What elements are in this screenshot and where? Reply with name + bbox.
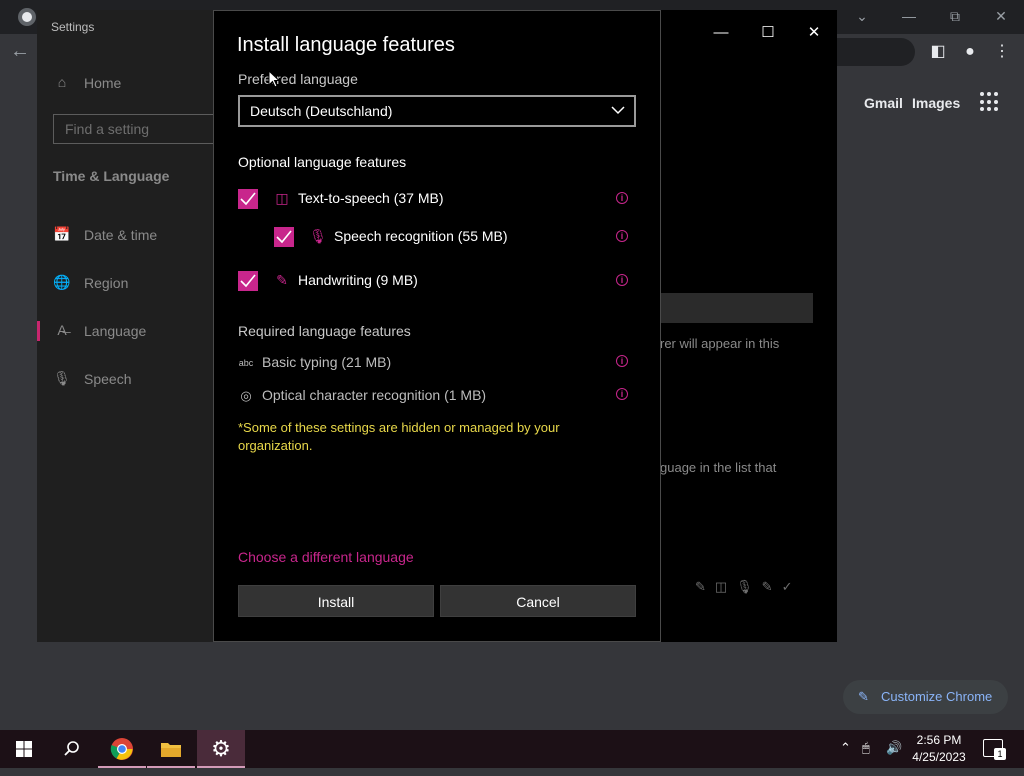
volume-icon[interactable]: 🔊 (886, 740, 902, 756)
find-setting-input[interactable]: Find a setting (53, 114, 223, 144)
taskbar-file-explorer[interactable] (147, 730, 195, 768)
cancel-button[interactable]: Cancel (440, 585, 636, 617)
info-icon[interactable]: i (616, 230, 628, 242)
network-icon[interactable]: 🖱 (862, 740, 870, 756)
clock-time: 2:56 PM (916, 733, 962, 747)
microphone-icon: 🎙 (309, 228, 327, 244)
taskbar-settings[interactable]: ⚙ (197, 730, 245, 768)
dialog-title: Install language features (237, 34, 455, 56)
choose-different-language-link[interactable]: Choose a different language (238, 549, 414, 565)
close-icon[interactable]: ✕ (800, 20, 828, 46)
close-icon[interactable]: ✕ (987, 4, 1015, 28)
info-icon[interactable]: i (616, 192, 628, 204)
home-icon: ⌂ (57, 74, 67, 90)
images-link[interactable]: Images (912, 95, 960, 111)
handwriting-checkbox[interactable] (238, 271, 258, 291)
handwriting-label: Handwriting (9 MB) (298, 272, 418, 288)
minimize-icon[interactable]: — (707, 20, 735, 46)
text-to-speech-label: Text-to-speech (37 MB) (298, 190, 444, 206)
info-icon[interactable]: i (616, 355, 628, 367)
install-button[interactable]: Install (238, 585, 434, 617)
chrome-logo-icon (18, 8, 36, 26)
side-panel-icon[interactable]: ◧ (928, 42, 948, 62)
clock[interactable]: 2:56 PM 4/25/2023 (905, 732, 973, 766)
text-to-speech-checkbox[interactable] (238, 189, 258, 209)
back-arrow-icon[interactable]: ← (10, 40, 30, 63)
basic-typing-label: Basic typing (21 MB) (262, 354, 392, 370)
nav-region-label: Region (84, 275, 129, 291)
windows-logo-icon (16, 741, 32, 757)
chevron-down-icon (611, 106, 625, 115)
chrome-icon (110, 738, 133, 760)
nav-language[interactable]: A̶ Language (37, 313, 213, 349)
install-language-features-dialog: Install language features Preferred lang… (213, 10, 661, 642)
handwriting-icon: ✎ (276, 272, 288, 288)
nav-home[interactable]: ⌂ Home (37, 65, 213, 101)
nav-speech-label: Speech (84, 371, 132, 387)
maximize-icon[interactable]: ☐ (754, 20, 782, 46)
taskbar-chrome[interactable] (98, 730, 146, 768)
notification-count: 1 (994, 748, 1006, 760)
ocr-icon: ◎ (240, 388, 252, 403)
customize-chrome-label: Customize Chrome (881, 689, 993, 704)
settings-title: Settings (51, 20, 95, 34)
checkmark-icon (240, 192, 256, 206)
gear-icon: ⚙ (211, 736, 231, 761)
required-features-heading: Required language features (238, 323, 411, 339)
gmail-link[interactable]: Gmail (864, 95, 903, 111)
nav-speech[interactable]: 🎙 Speech (37, 361, 213, 397)
background-text: rer will appear in this (660, 336, 780, 351)
preferred-language-value: Deutsch (Deutschland) (250, 103, 393, 119)
basic-typing-icon: abc (238, 358, 254, 368)
folder-icon (161, 743, 181, 757)
nav-date-time-label: Date & time (84, 227, 158, 243)
background-text: guage in the list that (660, 460, 777, 475)
preferred-language-select[interactable]: Deutsch (Deutschland) (238, 95, 636, 127)
background-dropdown[interactable] (660, 293, 813, 323)
minimize-icon[interactable]: — (895, 4, 923, 28)
apps-grid-icon[interactable] (980, 92, 1000, 112)
globe-icon: 🌐 (53, 274, 71, 290)
profile-icon[interactable]: ● (960, 42, 980, 62)
preferred-language-label: Preferred language (238, 71, 358, 87)
ocr-label: Optical character recognition (1 MB) (262, 387, 487, 403)
clock-date: 4/25/2023 (912, 750, 966, 764)
text-to-speech-icon: ◫ (275, 190, 289, 206)
start-button[interactable] (0, 730, 48, 768)
checkmark-icon (276, 230, 292, 244)
customize-chrome-button[interactable]: ✎ Customize Chrome (843, 680, 1008, 714)
chevron-up-icon[interactable]: ⌃ (840, 740, 851, 756)
search-icon (64, 741, 79, 756)
nav-home-label: Home (84, 75, 122, 91)
microphone-icon: 🎙 (53, 370, 71, 386)
info-icon[interactable]: i (616, 388, 628, 400)
search-button[interactable] (48, 730, 96, 768)
managed-settings-note: *Some of these settings are hidden or ma… (238, 420, 560, 453)
menu-dots-icon[interactable]: ⋮ (992, 42, 1012, 62)
pencil-icon: ✎ (858, 689, 869, 704)
speech-recognition-label: Speech recognition (55 MB) (334, 228, 508, 244)
language-feature-icons: ✎◫🎙✎✓ (695, 579, 802, 594)
checkmark-icon (240, 274, 256, 288)
nav-language-label: Language (84, 323, 147, 339)
language-icon: A̶ (57, 322, 67, 338)
info-icon[interactable]: i (616, 274, 628, 286)
optional-features-heading: Optional language features (238, 154, 407, 170)
chevron-down-icon[interactable]: ⌄ (848, 4, 876, 28)
settings-sidebar: Settings ⌂ Home Find a setting Time & La… (37, 10, 223, 642)
mouse-cursor-icon (268, 70, 280, 88)
restore-icon[interactable]: ⧉ (941, 4, 969, 28)
nav-date-time[interactable]: 📅 Date & time (37, 217, 213, 253)
nav-region[interactable]: 🌐 Region (37, 265, 213, 301)
calendar-clock-icon: 📅 (53, 226, 71, 242)
section-heading: Time & Language (53, 168, 170, 184)
speech-recognition-checkbox[interactable] (274, 227, 294, 247)
taskbar: ⚙ ⌃ 🖱 🔊 2:56 PM 4/25/2023 1 (0, 730, 1024, 768)
